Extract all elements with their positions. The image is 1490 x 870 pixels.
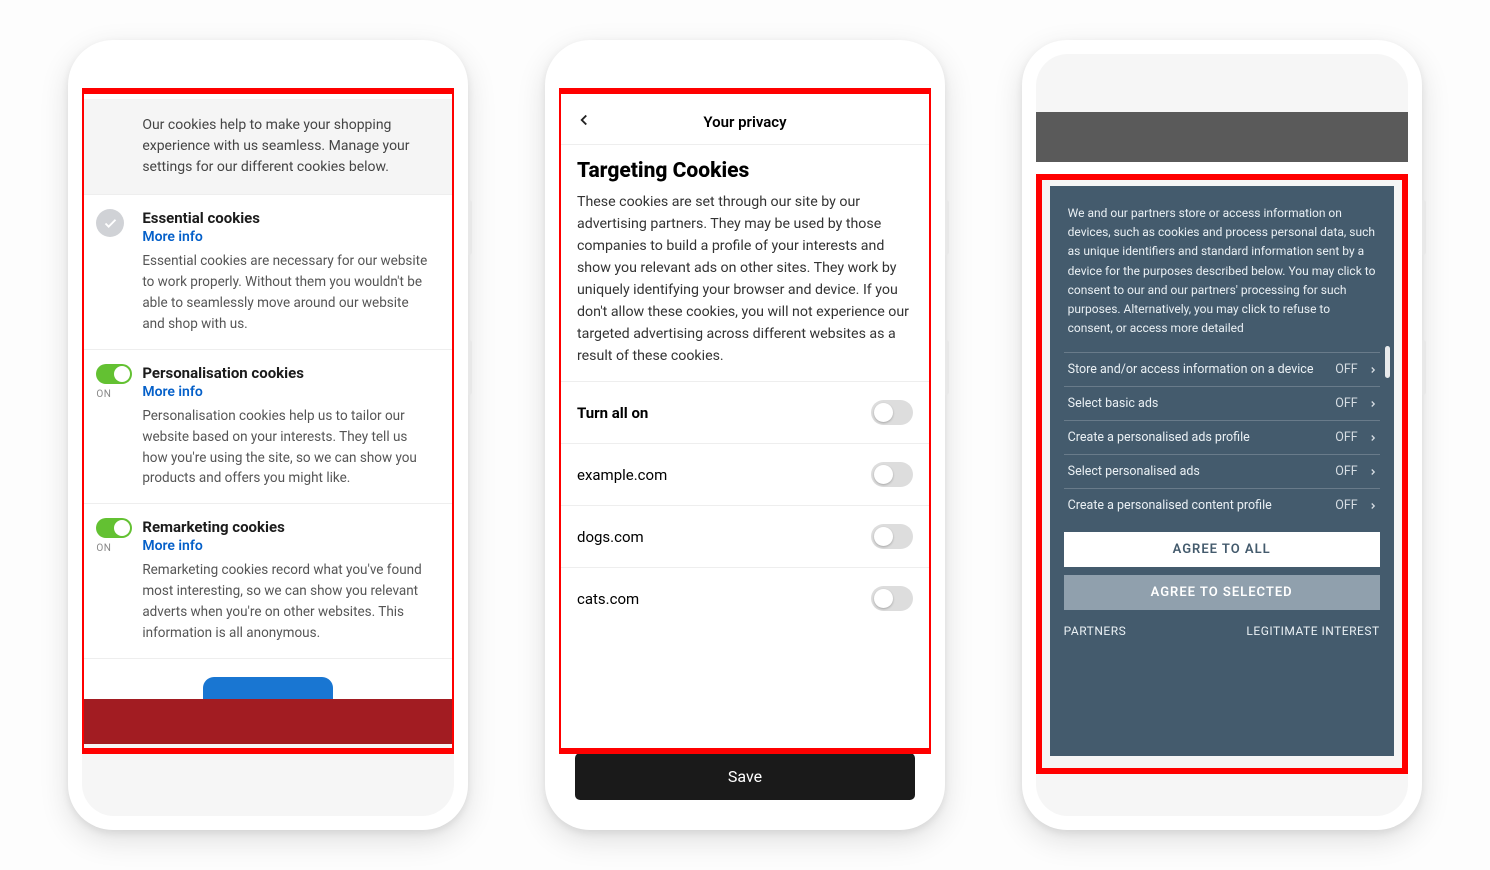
toggle-switch[interactable] [871,524,913,549]
chevron-right-icon [1368,501,1378,511]
header-title: Your privacy [703,113,786,131]
scrollbar[interactable] [1385,346,1390,378]
phone-mockup-3: We and our partners store or access info… [1022,40,1422,830]
consent-item[interactable]: Store and/or access information on a dev… [1064,352,1380,386]
header-bar: Your privacy [559,99,931,145]
item-label: Select basic ads [1068,396,1159,411]
personalisation-cookies-section: ON Personalisation cookies More info Per… [82,349,454,504]
essential-cookies-section: Essential cookies More info Essential co… [82,194,454,349]
consent-item[interactable]: Create a personalised content profile OF… [1064,488,1380,522]
chevron-right-icon [1368,365,1378,375]
consent-item[interactable]: Create a personalised ads profile OFF [1064,420,1380,454]
item-state: OFF [1335,498,1357,513]
row-label: dogs.com [577,528,644,546]
toggle-row: example.com [559,443,931,505]
remarketing-cookies-section: ON Remarketing cookies More info Remarke… [82,503,454,658]
row-label: cats.com [577,590,639,608]
toggle-on-label: ON [96,543,130,554]
section-title: Essential cookies [142,209,434,227]
item-state: OFF [1335,362,1357,377]
agree-all-button[interactable]: AGREE TO ALL [1064,532,1380,567]
chevron-right-icon [1368,467,1378,477]
page-title: Targeting Cookies [577,159,913,183]
toggle-row-all: Turn all on [559,381,931,443]
save-button[interactable] [203,677,333,699]
agree-selected-button[interactable]: AGREE TO SELECTED [1064,575,1380,610]
more-info-link[interactable]: More info [142,538,434,554]
toggle-switch[interactable] [871,400,913,425]
toggle-switch[interactable] [871,586,913,611]
partners-link[interactable]: PARTNERS [1064,624,1127,638]
screen-1: Our cookies help to make your shopping e… [82,54,454,816]
save-button[interactable]: Save [575,753,915,800]
phone-mockup-2: Your privacy Targeting Cookies These coo… [545,40,945,830]
consent-item[interactable]: Select basic ads OFF [1064,386,1380,420]
item-label: Create a personalised content profile [1068,498,1272,513]
item-state: OFF [1335,396,1357,411]
consent-item[interactable]: Select personalised ads OFF [1064,454,1380,488]
page-description: These cookies are set through our site b… [577,191,913,367]
toggle-row: dogs.com [559,505,931,567]
legitimate-interest-link[interactable]: LEGITIMATE INTEREST [1246,624,1379,638]
chevron-right-icon [1368,399,1378,409]
toggle-on-label: ON [96,389,130,400]
more-info-link[interactable]: More info [142,229,434,245]
more-info-link[interactable]: More info [142,384,434,400]
toggle-switch[interactable] [871,462,913,487]
save-area [82,658,454,699]
section-desc: Personalisation cookies help us to tailo… [142,406,434,490]
row-label: Turn all on [577,404,648,422]
item-label: Select personalised ads [1068,464,1200,479]
item-label: Store and/or access information on a dev… [1068,362,1314,377]
consent-panel: We and our partners store or access info… [1050,186,1394,756]
cookie-intro: Our cookies help to make your shopping e… [82,99,454,194]
toggle-row: cats.com [559,567,931,629]
consent-intro: We and our partners store or access info… [1064,204,1380,338]
toggle-switch[interactable] [96,364,132,384]
section-desc: Remarketing cookies record what you've f… [142,560,434,644]
item-state: OFF [1335,430,1357,445]
section-title: Personalisation cookies [142,364,434,382]
back-button[interactable] [575,111,593,133]
item-state: OFF [1335,464,1357,479]
section-desc: Essential cookies are necessary for our … [142,251,434,335]
row-label: example.com [577,466,667,484]
chevron-right-icon [1368,433,1378,443]
check-icon [96,209,124,237]
item-label: Create a personalised ads profile [1068,430,1250,445]
screen-3: We and our partners store or access info… [1036,54,1408,816]
toggle-switch[interactable] [96,518,132,538]
consent-list: Store and/or access information on a dev… [1064,352,1380,522]
screen-2: Your privacy Targeting Cookies These coo… [559,54,931,816]
section-title: Remarketing cookies [142,518,434,536]
phone-mockup-1: Our cookies help to make your shopping e… [68,40,468,830]
